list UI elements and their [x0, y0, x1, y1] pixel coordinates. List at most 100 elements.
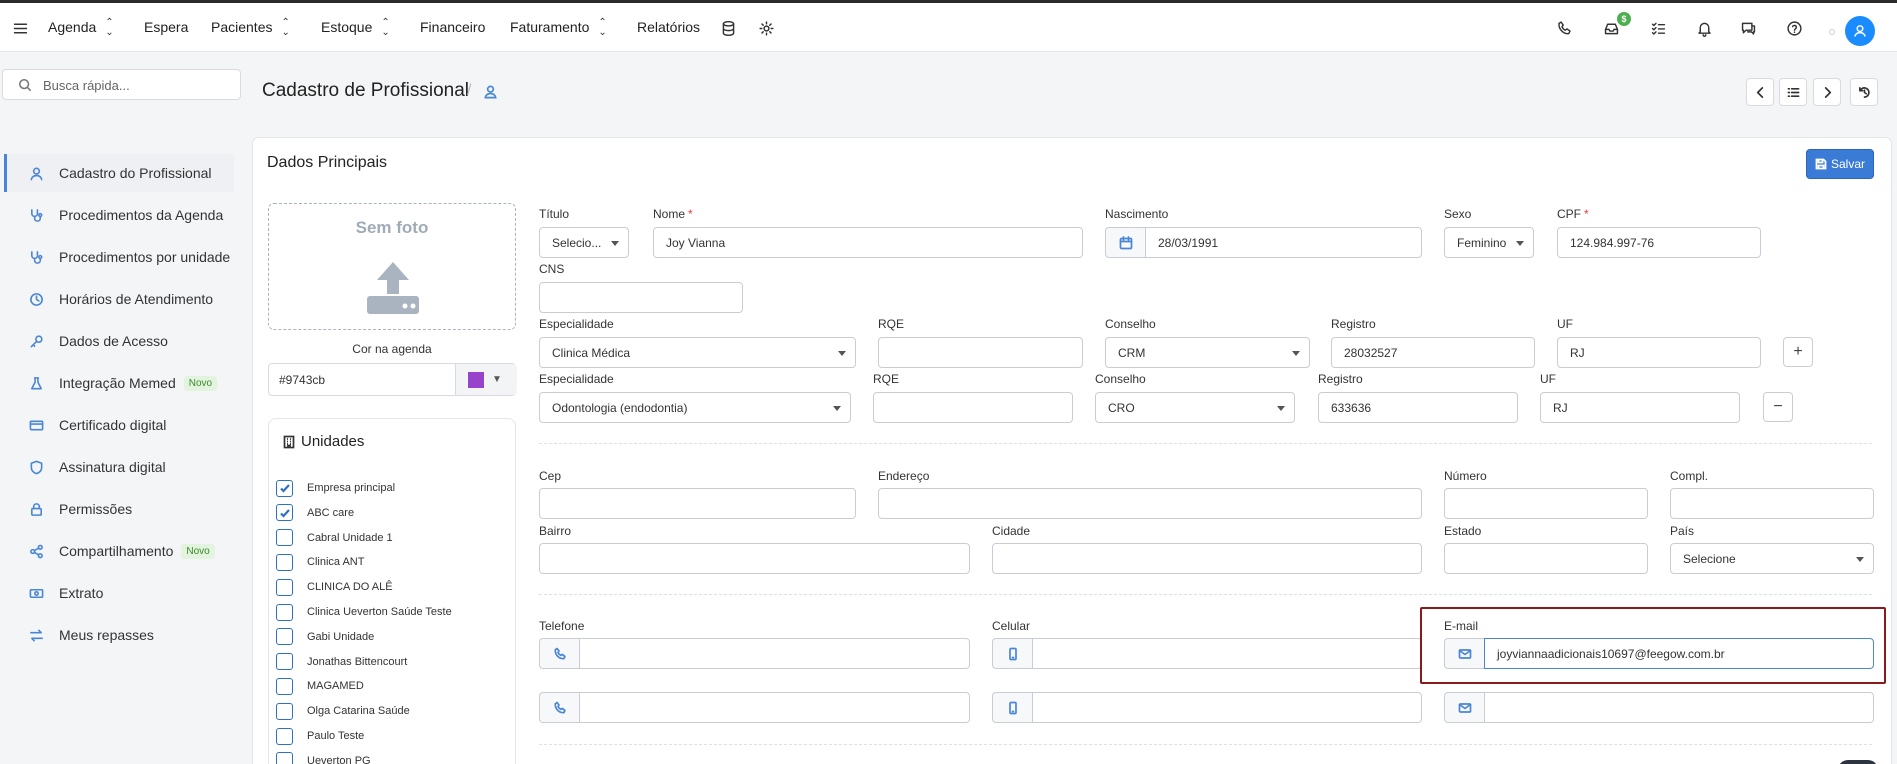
checkbox-checked[interactable] — [276, 479, 293, 497]
unit-item[interactable]: Empresa principal — [276, 478, 395, 498]
checkbox[interactable] — [276, 752, 293, 764]
history-button[interactable] — [1850, 78, 1878, 106]
sidebar-item-extrato[interactable]: Extrato — [4, 574, 234, 612]
registro2-input[interactable]: 633636 — [1318, 392, 1518, 423]
sidebar-item-certificado[interactable]: Certificado digital — [4, 406, 234, 444]
avatar[interactable] — [1845, 16, 1875, 46]
phone-icon[interactable] — [1554, 18, 1574, 38]
celular2-input[interactable] — [1032, 692, 1422, 723]
checkbox[interactable] — [276, 653, 293, 671]
checkbox[interactable] — [276, 677, 293, 695]
unit-item[interactable]: Gabi Unidade — [276, 627, 374, 647]
nome-input[interactable]: Joy Vianna — [653, 227, 1083, 258]
sidebar-item-procedimentos-agenda[interactable]: Procedimentos da Agenda — [4, 196, 234, 234]
titulo-select[interactable]: Selecio... — [539, 227, 629, 258]
calendar-addon[interactable] — [1105, 227, 1145, 258]
checkbox[interactable] — [276, 702, 293, 720]
uf2-input[interactable]: RJ — [1540, 392, 1740, 423]
email2-input[interactable] — [1484, 692, 1874, 723]
nascimento-input[interactable]: 28/03/1991 — [1145, 227, 1422, 258]
search-input[interactable] — [43, 76, 233, 94]
top-navbar: Agenda ⌃ ⌄ Espera Pacientes ⌃ ⌄ Estoque ⌃ ⌄ Fi… — [0, 3, 1897, 52]
checkbox[interactable] — [276, 727, 293, 745]
gear-icon[interactable] — [756, 18, 776, 38]
nav-espera[interactable]: Espera — [144, 3, 188, 52]
cns-input[interactable] — [539, 282, 743, 313]
unit-item[interactable]: Paulo Teste — [276, 726, 364, 746]
nav-estoque[interactable]: Estoque ⌃ ⌄ — [321, 3, 390, 52]
conselho1-select[interactable]: CRM — [1105, 337, 1310, 368]
estado-input[interactable] — [1444, 543, 1648, 574]
sidebar-item-permissoes[interactable]: Permissões — [4, 490, 234, 528]
color-picker[interactable]: ▼ — [455, 364, 517, 395]
checkbox[interactable] — [276, 553, 293, 571]
especialidade1-select[interactable]: Clinica Médica — [539, 337, 856, 368]
sidebar-item-repasses[interactable]: Meus repasses — [4, 616, 234, 654]
sidebar-item-assinatura[interactable]: Assinatura digital — [4, 448, 234, 486]
rqe1-input[interactable] — [878, 337, 1083, 368]
pais-select[interactable]: Selecione — [1670, 543, 1874, 574]
checkbox[interactable] — [276, 603, 293, 621]
next-button[interactable] — [1813, 78, 1841, 106]
especialidade2-select[interactable]: Odontologia (endodontia) — [539, 392, 851, 423]
unit-item[interactable]: Cabral Unidade 1 — [276, 528, 393, 548]
rqe2-input[interactable] — [873, 392, 1073, 423]
bell-icon[interactable] — [1694, 18, 1714, 38]
sidebar-item-horarios[interactable]: Horários de Atendimento — [4, 280, 234, 318]
bairro-input[interactable] — [539, 543, 970, 574]
unit-item[interactable]: Ueverton PG — [276, 751, 371, 764]
unit-item[interactable]: CLINICA DO ALÊ — [276, 577, 393, 597]
sidebar-item-compartilhamento[interactable]: Compartilhamento Novo — [4, 532, 234, 570]
uf1-input[interactable]: RJ — [1557, 337, 1761, 368]
cpf-input[interactable]: 124.984.997-76 — [1557, 227, 1761, 258]
color-field[interactable]: #9743cb ▼ — [268, 363, 517, 396]
nav-relatorios[interactable]: Relatórios — [637, 3, 700, 52]
cidade-input[interactable] — [992, 543, 1422, 574]
list-button[interactable] — [1779, 78, 1807, 106]
checkbox[interactable] — [276, 578, 293, 596]
chat-widget[interactable] — [1838, 760, 1878, 764]
transfer-icon — [28, 627, 44, 643]
history-icon — [1858, 86, 1870, 98]
checkbox[interactable] — [276, 529, 293, 547]
previous-button[interactable] — [1746, 78, 1774, 106]
nav-financeiro[interactable]: Financeiro — [420, 3, 485, 52]
nav-pacientes[interactable]: Pacientes ⌃ ⌄ — [211, 3, 290, 52]
telefone-input[interactable] — [579, 638, 970, 669]
sidebar-item-memed[interactable]: Integração Memed Novo — [4, 364, 234, 402]
save-button[interactable]: Salvar — [1806, 149, 1874, 179]
numero-label: Número — [1444, 469, 1487, 483]
chat-icon[interactable] — [1738, 18, 1758, 38]
conselho2-select[interactable]: CRO — [1095, 392, 1295, 423]
checkbox-checked[interactable] — [276, 504, 293, 522]
compl-input[interactable] — [1670, 488, 1874, 519]
unit-item[interactable]: MAGAMED — [276, 676, 364, 696]
quick-search[interactable] — [2, 69, 241, 100]
sidebar-item-procedimentos-unidade[interactable]: Procedimentos por unidade — [4, 238, 234, 276]
numero-input[interactable] — [1444, 488, 1648, 519]
unit-item[interactable]: Olga Catarina Saúde — [276, 701, 410, 721]
telefone2-input[interactable] — [579, 692, 970, 723]
checklist-icon[interactable] — [1648, 18, 1668, 38]
sidebar-item-dados-acesso[interactable]: Dados de Acesso — [4, 322, 234, 360]
registro1-input[interactable]: 28032527 — [1331, 337, 1535, 368]
sidebar-item-cadastro[interactable]: Cadastro do Profissional — [4, 154, 234, 192]
celular-input[interactable] — [1032, 638, 1422, 669]
database-icon[interactable] — [718, 18, 738, 38]
remove-specialty-button[interactable]: − — [1763, 392, 1793, 422]
unit-item[interactable]: ABC care — [276, 503, 354, 523]
cep-input[interactable] — [539, 488, 856, 519]
nav-agenda[interactable]: Agenda ⌃ ⌄ — [48, 3, 114, 52]
checkbox[interactable] — [276, 628, 293, 646]
help-icon[interactable] — [1784, 18, 1804, 38]
endereco-input[interactable] — [878, 488, 1422, 519]
hamburger-menu-icon[interactable] — [10, 18, 30, 38]
nav-faturamento[interactable]: Faturamento ⌃ ⌄ — [510, 3, 607, 52]
unit-item[interactable]: Jonathas Bittencourt — [276, 652, 407, 672]
unit-item[interactable]: Clinica ANT — [276, 552, 364, 572]
unit-item[interactable]: Clinica Ueverton Saúde Teste — [276, 602, 452, 622]
photo-upload[interactable]: Sem foto — [268, 203, 516, 330]
add-specialty-button[interactable]: + — [1783, 337, 1813, 367]
sexo-select[interactable]: Feminino — [1444, 227, 1534, 258]
sidebar-item-label: Dados de Acesso — [59, 333, 168, 349]
